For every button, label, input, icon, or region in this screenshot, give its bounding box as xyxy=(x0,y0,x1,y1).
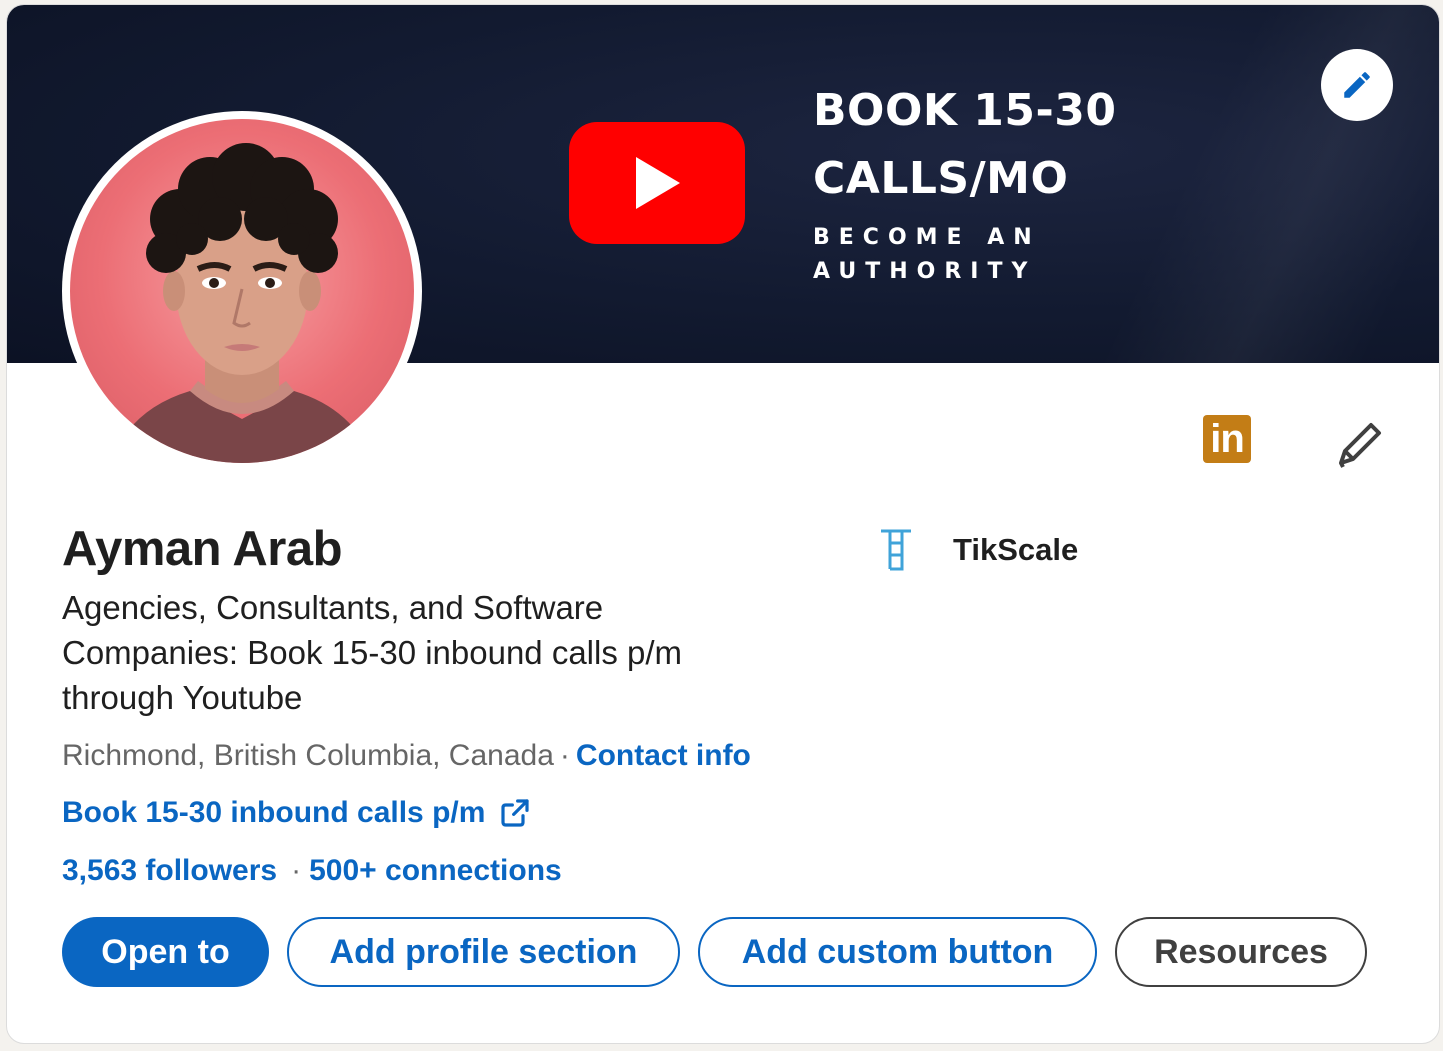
youtube-play-icon xyxy=(569,122,745,244)
network-stats: 3,563 followers · 500+ connections xyxy=(62,854,562,888)
banner-headline: BOOK 15-30 CALLS/MO xyxy=(813,77,1213,213)
add-profile-section-button[interactable]: Add profile section xyxy=(287,917,680,987)
profile-photo[interactable] xyxy=(62,111,422,471)
company-name: TikScale xyxy=(953,532,1079,567)
pencil-icon xyxy=(1344,72,1370,98)
profile-headline: Agencies, Consultants, and Software Comp… xyxy=(62,589,683,716)
edit-banner-button[interactable] xyxy=(1321,49,1393,121)
website-row: Book 15-30 inbound calls p/m xyxy=(62,796,531,830)
current-company[interactable]: TikScale xyxy=(879,527,1078,573)
profile-card: BOOK 15-30 CALLS/MO BECOME AN AUTHORITY xyxy=(6,4,1440,1044)
separator-dot: · xyxy=(291,854,302,887)
edit-intro-button[interactable] xyxy=(1329,415,1389,475)
banner-sub-line2: AUTHORITY xyxy=(813,259,1037,284)
banner-sub-line1: BECOME AN xyxy=(813,225,1041,250)
linkedin-premium-badge[interactable]: in xyxy=(1203,415,1251,463)
banner-headline-line2: CALLS/MO xyxy=(813,153,1069,204)
open-to-button[interactable]: Open to xyxy=(62,917,269,987)
profile-name: Ayman Arab xyxy=(62,522,343,576)
connections-link[interactable]: 500+ connections xyxy=(309,854,562,887)
followers-link[interactable]: 3,563 followers xyxy=(62,854,277,887)
external-link-icon[interactable] xyxy=(499,797,531,829)
add-custom-button-button[interactable]: Add custom button xyxy=(698,917,1097,987)
banner-headline-line1: BOOK 15-30 xyxy=(813,85,1117,136)
separator-dot: · xyxy=(559,739,570,772)
contact-info-link[interactable]: Contact info xyxy=(576,739,751,772)
resources-button[interactable]: Resources xyxy=(1115,917,1367,987)
website-link[interactable]: Book 15-30 inbound calls p/m xyxy=(62,796,485,830)
location-row: Richmond, British Columbia, Canada · Conta… xyxy=(62,739,751,773)
pencil-icon xyxy=(1339,423,1381,468)
location-text: Richmond, British Columbia, Canada xyxy=(62,739,554,772)
avatar xyxy=(70,119,414,463)
banner-subheadline: BECOME AN AUTHORITY xyxy=(813,221,1143,289)
tikscale-logo-icon xyxy=(881,529,911,571)
